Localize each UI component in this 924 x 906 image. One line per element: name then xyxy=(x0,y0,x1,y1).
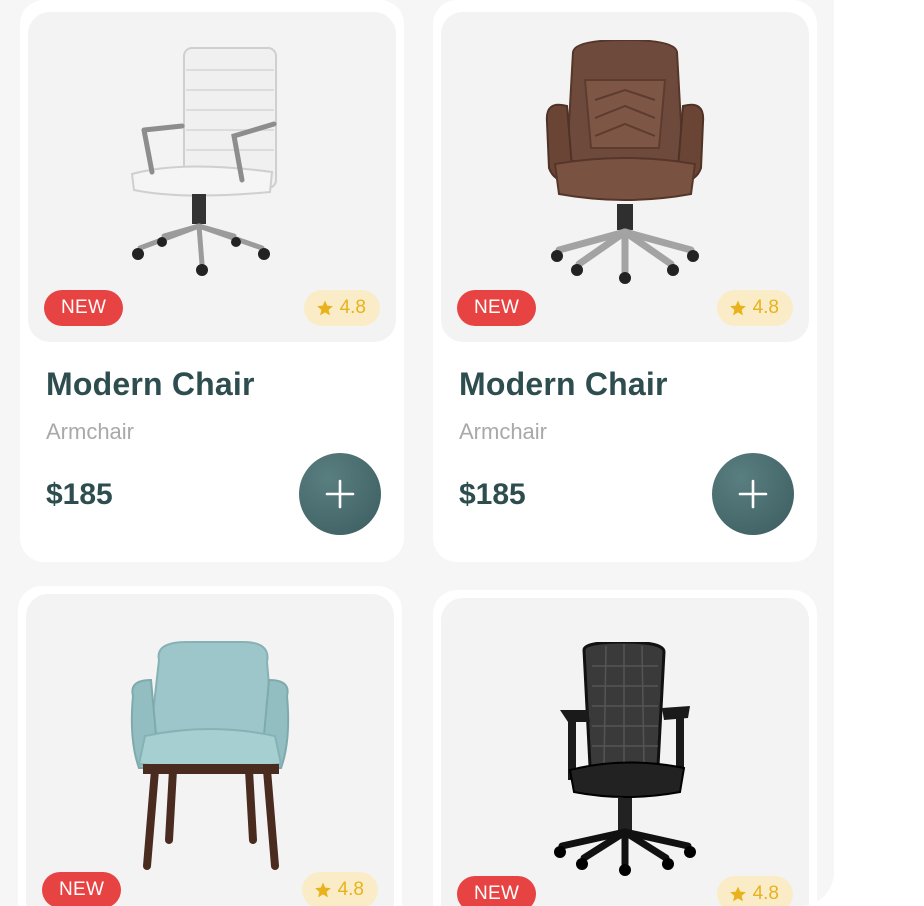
product-card[interactable]: NEW 4.8 Modern Chair Armchair $185 xyxy=(20,0,404,562)
rating-badge: 4.8 xyxy=(716,290,793,326)
product-price: $185 xyxy=(459,478,526,511)
rating-badge: 4.8 xyxy=(716,876,793,906)
rating-value: 4.8 xyxy=(339,297,366,318)
product-image-area: NEW 4.8 xyxy=(441,598,809,906)
rating-value: 4.8 xyxy=(752,297,779,318)
rating-badge: 4.8 xyxy=(301,872,378,906)
new-badge: NEW xyxy=(42,872,122,906)
brown-leather-office-chair-image xyxy=(545,40,705,284)
product-image-area: NEW 4.8 xyxy=(441,12,809,342)
star-icon xyxy=(316,300,333,316)
new-badge: NEW xyxy=(457,876,537,906)
new-badge: NEW xyxy=(44,290,124,326)
star-icon xyxy=(729,300,746,316)
product-grid: NEW 4.8 Modern Chair Armchair $185 NEW 4… xyxy=(0,0,834,906)
product-image-area: NEW 4.8 xyxy=(26,594,394,906)
plus-icon xyxy=(738,479,768,509)
product-title: Modern Chair xyxy=(459,366,668,402)
product-image-area: NEW 4.8 xyxy=(28,12,396,342)
add-to-cart-button[interactable] xyxy=(299,453,381,535)
star-icon xyxy=(314,882,331,898)
rating-value: 4.8 xyxy=(752,883,779,904)
rating-badge: 4.8 xyxy=(303,290,380,326)
product-card[interactable]: NEW 4.8 xyxy=(18,586,402,906)
new-badge: NEW xyxy=(457,290,537,326)
product-category: Armchair xyxy=(46,419,135,444)
product-card[interactable]: NEW 4.8 Modern Chair Armchair $185 xyxy=(433,0,817,562)
product-category: Armchair xyxy=(459,419,548,444)
add-to-cart-button[interactable] xyxy=(712,453,794,535)
product-title: Modern Chair xyxy=(46,366,255,402)
teal-armchair-image xyxy=(130,641,290,870)
black-mesh-office-chair-image xyxy=(554,642,696,876)
white-office-chair-image xyxy=(130,47,277,276)
rating-value: 4.8 xyxy=(337,879,364,900)
star-icon xyxy=(729,886,746,902)
plus-icon xyxy=(325,479,355,509)
product-price: $185 xyxy=(46,478,113,511)
product-card[interactable]: NEW 4.8 xyxy=(433,590,817,906)
